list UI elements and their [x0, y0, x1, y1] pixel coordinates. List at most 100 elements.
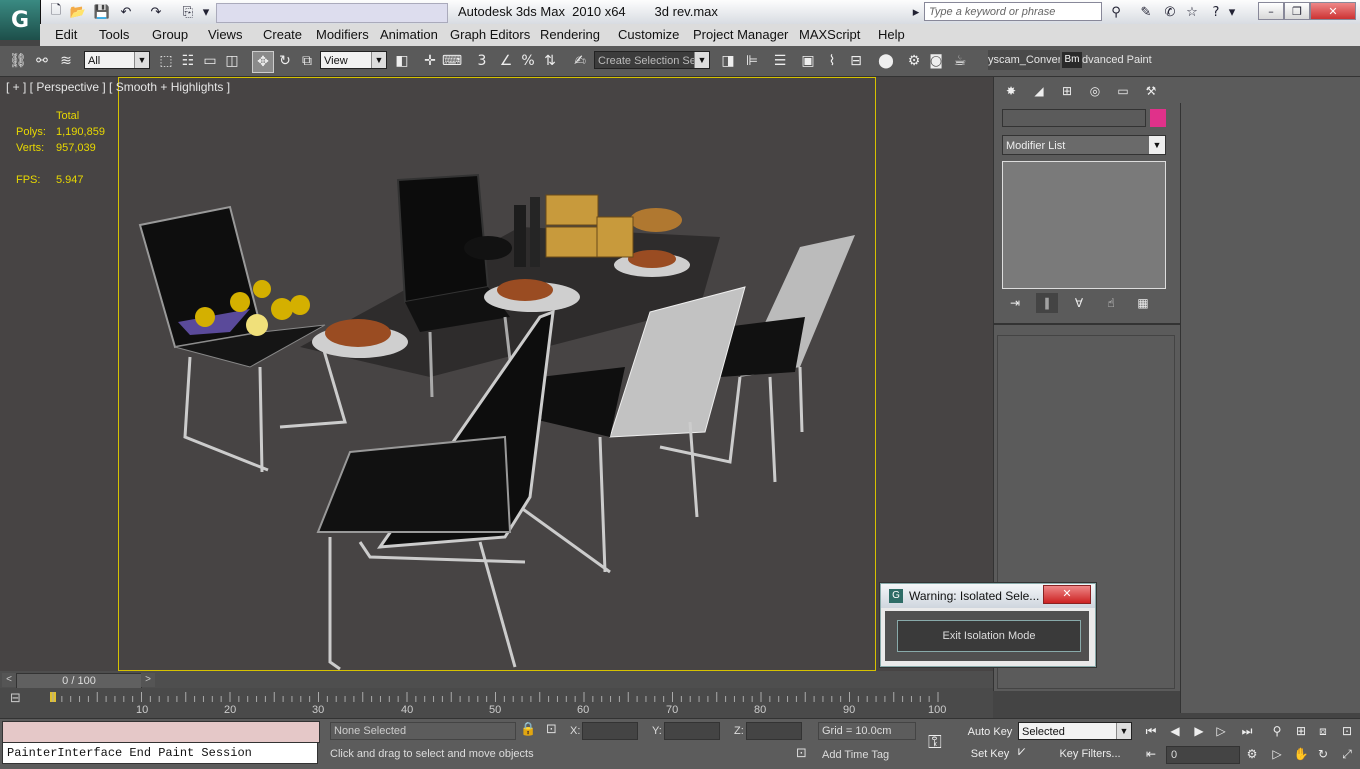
bind-space-warp-icon[interactable]: ≋ [56, 51, 76, 71]
maxscript-listener-pink[interactable] [2, 721, 320, 743]
pan-view-icon[interactable]: ✋ [1290, 744, 1312, 764]
utilities-tab-icon[interactable]: ⚒ [1140, 81, 1162, 101]
edit-named-selection-icon[interactable]: ✍ [570, 51, 590, 71]
select-move-icon[interactable]: ✥ [252, 51, 274, 73]
motion-tab-icon[interactable]: ◎ [1084, 81, 1106, 101]
open-file-icon[interactable]: 📂 [68, 3, 88, 21]
bm-script-icon[interactable]: Bm [1062, 52, 1082, 68]
subscription-icon[interactable]: ✎ [1136, 3, 1156, 21]
maximize-button[interactable]: ❐ [1284, 2, 1310, 20]
key-mode-dropdown[interactable]: Selected ▼ [1018, 722, 1132, 740]
snaps-toggle-icon[interactable]: 3 [472, 51, 492, 71]
binoculars-icon[interactable]: ⚲ [1106, 3, 1126, 21]
orbit-icon[interactable]: ↻ [1312, 744, 1334, 764]
material-editor-icon[interactable]: ⬤ [876, 51, 896, 71]
menu-customize[interactable]: Customize [618, 27, 679, 42]
close-button[interactable]: ✕ [1310, 2, 1356, 20]
x-coordinate-input[interactable] [582, 722, 638, 740]
reference-coordinate-dropdown[interactable]: View ▼ [320, 51, 387, 69]
unlink-icon[interactable]: ⚯ [32, 51, 52, 71]
create-tab-icon[interactable]: ✸ [1000, 81, 1022, 101]
menu-graph-editors[interactable]: Graph Editors [450, 27, 530, 42]
help-dropdown-icon[interactable]: ▾ [1226, 3, 1238, 21]
new-file-icon[interactable]: 🗋 [46, 3, 66, 21]
prev-frame-icon[interactable]: < [2, 673, 16, 687]
next-frame-icon[interactable]: > [141, 673, 155, 687]
time-configuration-icon[interactable]: ⚙ [1244, 744, 1260, 764]
default-tangents-icon[interactable]: ⩗ [1018, 744, 1025, 759]
mini-curve-editor-icon[interactable]: ⊟ [10, 691, 21, 706]
field-of-view-icon[interactable]: ▷ [1266, 744, 1288, 764]
quick-access-dropdown-icon[interactable]: ▾ [200, 3, 212, 21]
menu-project-manager[interactable]: Project Manager [693, 27, 788, 42]
menu-help[interactable]: Help [878, 27, 905, 42]
set-key-button[interactable]: Set Key [966, 744, 1014, 764]
search-expand-icon[interactable]: ▸ [910, 3, 922, 21]
project-folder-icon[interactable]: ⎘ [178, 3, 198, 21]
pin-stack-icon[interactable]: ⇥ [1004, 293, 1026, 313]
key-mode-toggle-icon[interactable]: ⇤ [1140, 744, 1162, 764]
named-selection-dropdown[interactable]: Create Selection Se ▼ [594, 51, 710, 69]
configure-modifier-sets-icon[interactable]: ▦ [1132, 293, 1154, 313]
previous-key-icon[interactable]: ◀ [1164, 721, 1186, 741]
menu-maxscript[interactable]: MAXScript [799, 27, 860, 42]
redo-icon[interactable]: ↷ [146, 3, 166, 21]
lock-selection-icon[interactable]: 🔒 [520, 722, 536, 737]
go-to-end-icon[interactable]: ⏭ [1236, 721, 1258, 741]
hierarchy-tab-icon[interactable]: ⊞ [1056, 81, 1078, 101]
minimize-button[interactable]: – [1258, 2, 1284, 20]
select-rotate-icon[interactable]: ↻ [275, 51, 295, 71]
window-crossing-icon[interactable]: ◫ [222, 51, 242, 71]
zoom-all-icon[interactable]: ⊞ [1290, 721, 1312, 741]
menu-group[interactable]: Group [152, 27, 188, 42]
angle-snap-icon[interactable]: ∠ [496, 51, 516, 71]
y-coordinate-input[interactable] [664, 722, 720, 740]
undo-icon[interactable]: ↶ [116, 3, 136, 21]
current-frame-input[interactable]: 0 [1166, 746, 1240, 764]
render-production-icon[interactable]: ☕ [950, 51, 970, 71]
render-setup-icon[interactable]: ⚙ [904, 51, 924, 71]
modifier-stack[interactable] [1002, 161, 1166, 289]
keyboard-shortcut-override-icon[interactable]: ⌨ [442, 51, 462, 71]
layer-manager-icon[interactable]: ☰ [770, 51, 790, 71]
absolute-mode-icon[interactable]: ⊡ [546, 722, 557, 737]
auto-key-button[interactable]: Auto Key [966, 722, 1014, 742]
dialog-close-button[interactable]: ✕ [1043, 585, 1091, 604]
percent-snap-icon[interactable]: % [518, 51, 538, 71]
zoom-icon[interactable]: ⚲ [1266, 721, 1288, 741]
link-icon[interactable]: ⛓ [8, 51, 28, 71]
select-scale-icon[interactable]: ⧉ [297, 51, 317, 71]
pivot-center-icon[interactable]: ◧ [392, 51, 412, 71]
script-tab-1[interactable]: yscam_Conver [988, 50, 1060, 70]
modify-tab-icon[interactable]: ◢ [1028, 81, 1050, 101]
time-tag-icon[interactable]: ⊡ [796, 746, 807, 761]
app-logo-icon[interactable]: G [0, 0, 41, 40]
object-color-swatch[interactable] [1150, 109, 1166, 127]
mirror-icon[interactable]: ◨ [718, 51, 738, 71]
help-icon[interactable]: ? [1206, 3, 1226, 21]
time-slider[interactable]: 0 / 100 [16, 673, 142, 689]
show-end-result-icon[interactable]: ∥ [1036, 293, 1058, 313]
z-coordinate-input[interactable] [746, 722, 802, 740]
add-time-tag-button[interactable]: Add Time Tag [818, 746, 920, 764]
menu-modifiers[interactable]: Modifiers [316, 27, 369, 42]
menu-tools[interactable]: Tools [99, 27, 129, 42]
zoom-extents-all-icon[interactable]: ⊡ [1336, 721, 1358, 741]
search-input[interactable]: Type a keyword or phrase [924, 2, 1102, 21]
display-tab-icon[interactable]: ▭ [1112, 81, 1134, 101]
menu-create[interactable]: Create [263, 27, 302, 42]
select-by-name-icon[interactable]: ☷ [178, 51, 198, 71]
zoom-extents-icon[interactable]: ⧈ [1312, 721, 1334, 741]
remove-modifier-icon[interactable]: ☝ [1100, 293, 1122, 313]
object-name-field[interactable] [1002, 109, 1146, 127]
perspective-viewport[interactable]: [ + ] [ Perspective ] [ Smooth + Highlig… [0, 77, 993, 671]
go-to-start-icon[interactable]: ⏮ [1140, 721, 1162, 741]
communication-icon[interactable]: ✆ [1160, 3, 1180, 21]
align-icon[interactable]: ⊫ [742, 51, 762, 71]
save-icon[interactable]: 💾 [92, 3, 112, 21]
maximize-viewport-icon[interactable]: ⤢ [1336, 744, 1358, 764]
set-key-mode-key-icon[interactable]: ⚿ [928, 732, 942, 753]
make-unique-icon[interactable]: ∀ [1068, 293, 1090, 313]
menu-rendering[interactable]: Rendering [540, 27, 600, 42]
next-key-icon[interactable]: ▷ [1210, 721, 1232, 741]
